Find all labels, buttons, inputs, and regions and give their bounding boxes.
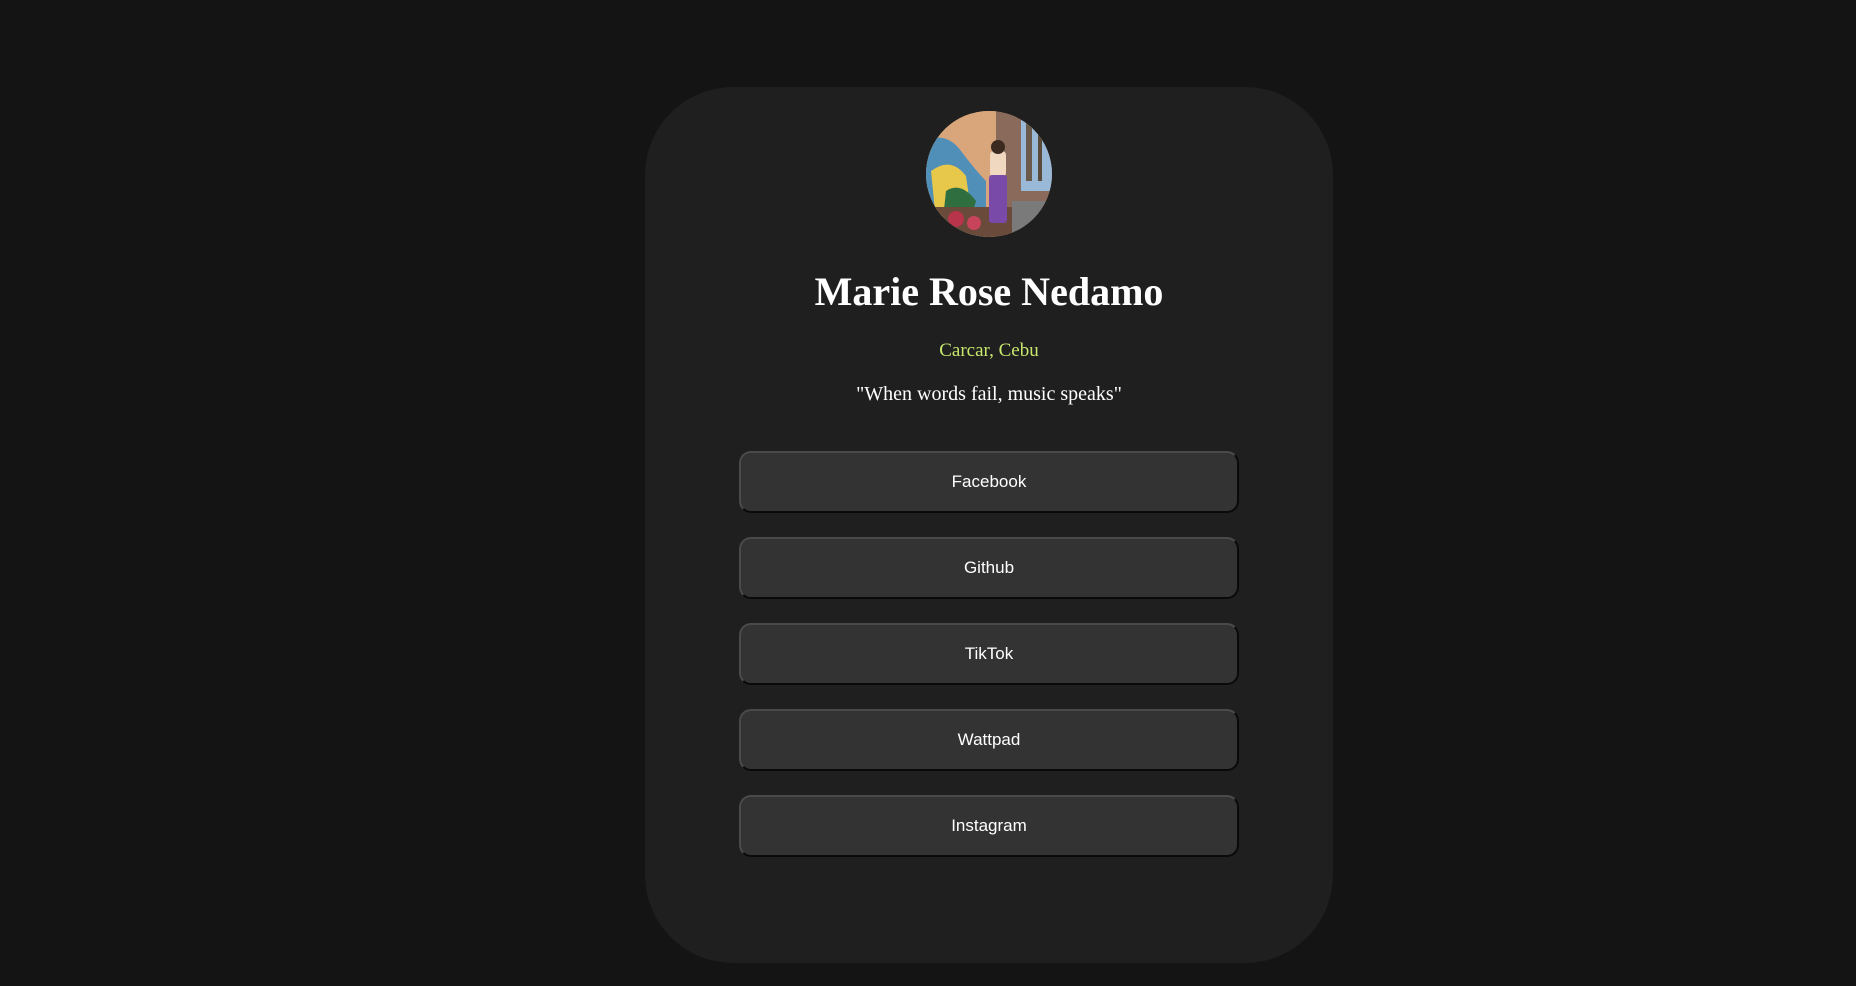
github-link-button[interactable]: Github xyxy=(739,537,1239,599)
tiktok-link-button[interactable]: TikTok xyxy=(739,623,1239,685)
facebook-link-button[interactable]: Facebook xyxy=(739,451,1239,513)
profile-quote: "When words fail, music speaks" xyxy=(856,383,1122,405)
profile-card: Marie Rose Nedamo Carcar, Cebu "When wor… xyxy=(645,87,1333,963)
wattpad-link-button[interactable]: Wattpad xyxy=(739,709,1239,771)
profile-location: Carcar, Cebu xyxy=(939,340,1039,361)
link-list: Facebook Github TikTok Wattpad Instagram xyxy=(739,451,1239,881)
profile-avatar xyxy=(926,111,1052,237)
profile-name: Marie Rose Nedamo xyxy=(814,269,1164,314)
instagram-link-button[interactable]: Instagram xyxy=(739,795,1239,857)
